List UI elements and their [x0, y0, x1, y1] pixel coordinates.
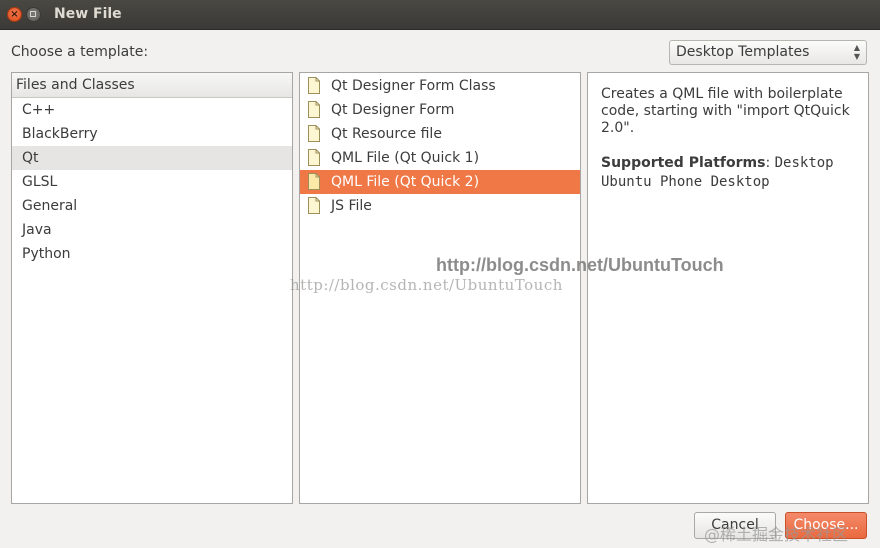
category-list: C++ BlackBerry Qt GLSL General Java Python: [12, 98, 292, 266]
category-item[interactable]: BlackBerry: [12, 122, 292, 146]
watermark-url-bold: http://blog.csdn.net/UbuntuTouch: [436, 255, 724, 275]
file-icon: [308, 77, 320, 94]
window-title: New File: [54, 6, 122, 22]
chevron-updown-icon: ▲ ▼: [853, 43, 860, 61]
category-item[interactable]: Qt: [12, 146, 292, 170]
file-icon: [308, 197, 320, 214]
file-icon: [308, 101, 320, 118]
template-item-label: Qt Designer Form Class: [331, 78, 496, 94]
watermark-url-light: http://blog.csdn.net/UbuntuTouch: [290, 276, 563, 294]
category-group-header[interactable]: Files and Classes: [12, 73, 292, 98]
supported-platforms: Supported Platforms: Desktop Ubuntu Phon…: [601, 154, 863, 192]
platforms-label: Supported Platforms: [601, 155, 766, 171]
template-item[interactable]: Qt Designer Form Class: [300, 74, 580, 98]
template-item-label: QML File (Qt Quick 1): [331, 150, 480, 166]
template-item[interactable]: JS File: [300, 194, 580, 218]
template-item-label: Qt Resource file: [331, 126, 442, 142]
template-item[interactable]: Qt Designer Form: [300, 98, 580, 122]
maximize-icon[interactable]: [26, 7, 41, 22]
template-filter-dropdown[interactable]: Desktop Templates ▲ ▼: [669, 40, 867, 65]
template-item[interactable]: QML File (Qt Quick 1): [300, 146, 580, 170]
close-icon[interactable]: ×: [7, 7, 22, 22]
file-icon: [308, 125, 320, 142]
template-item-label: QML File (Qt Quick 2): [331, 174, 480, 190]
category-item[interactable]: GLSL: [12, 170, 292, 194]
template-item-label: JS File: [331, 198, 372, 214]
file-icon: [308, 149, 320, 166]
dropdown-value: Desktop Templates: [676, 44, 810, 60]
category-item[interactable]: C++: [12, 98, 292, 122]
template-item[interactable]: QML File (Qt Quick 2): [300, 170, 580, 194]
template-description: Creates a QML file with boilerplate code…: [601, 86, 850, 136]
category-item[interactable]: Python: [12, 242, 292, 266]
file-icon: [308, 173, 320, 190]
template-item-label: Qt Designer Form: [331, 102, 455, 118]
template-item[interactable]: Qt Resource file: [300, 122, 580, 146]
choose-template-label: Choose a template:: [11, 44, 149, 60]
category-panel: Files and Classes C++ BlackBerry Qt GLSL Gen…: [11, 72, 293, 504]
description-panel: Creates a QML file with boilerplate code…: [587, 72, 869, 504]
template-list: Qt Designer Form Class Qt Designer Form Qt…: [300, 73, 580, 218]
category-item[interactable]: Java: [12, 218, 292, 242]
watermark-corner: @稀土掘金技术社区: [704, 525, 849, 544]
platforms-colon: :: [765, 155, 771, 171]
category-item[interactable]: General: [12, 194, 292, 218]
title-bar: × New File: [0, 0, 880, 30]
